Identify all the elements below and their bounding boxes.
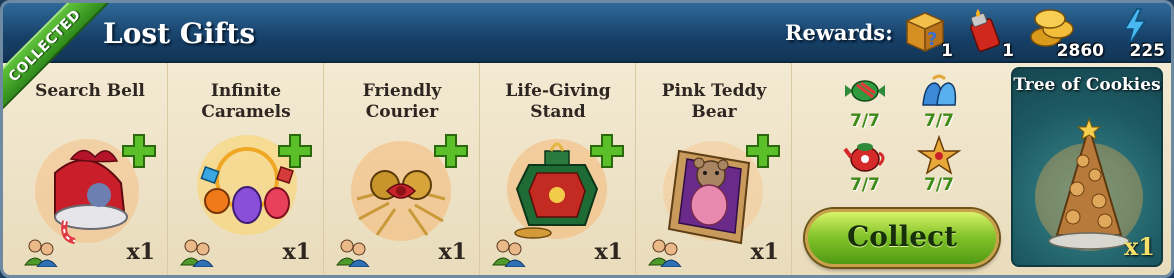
item-card-friendly-courier[interactable]: Friendly Courier x1 [325,63,480,275]
plus-icon[interactable] [745,133,781,169]
reward-count: 2860 [1056,41,1104,61]
item-card-life-giving-stand[interactable]: Life-Giving Stand x1 [481,63,636,275]
plus-icon[interactable] [277,133,313,169]
item-name: Friendly Courier [362,81,442,122]
plus-icon[interactable] [433,133,469,169]
component-candy: 7/7 [835,71,895,131]
plus-icon[interactable] [589,133,625,169]
rewards-label: Rewards: [785,20,893,45]
reward-count: 1 [1002,41,1014,61]
item-name: Infinite Caramels [201,81,291,122]
item-card-infinite-caramels[interactable]: Infinite Caramels x1 [169,63,324,275]
final-reward-box: Tree of Cookies x1 [1011,67,1163,267]
candy-icon [845,80,885,102]
item-multiplier: x1 [594,239,623,265]
friends-icon[interactable] [647,237,683,267]
component-count: 7/7 [850,175,880,195]
reward-count: 1 [941,41,953,61]
component-count: 7/7 [850,111,880,131]
svg-text:?: ? [927,29,937,50]
item-name: Search Bell [35,81,145,101]
item-multiplier: x1 [438,239,467,265]
collect-button[interactable]: Collect [805,209,999,267]
content-area: Search Bell x1 Infinite Caramels x1 Frie… [3,63,1171,275]
friends-icon[interactable] [179,237,215,267]
reward-lighter: 1 [968,7,1014,61]
component-star-ornament: 7/7 [909,135,969,195]
reward-energy: 225 [1119,7,1165,61]
bells-icon [922,74,957,106]
reward-count: 225 [1129,41,1166,61]
component-count: 7/7 [924,175,954,195]
friends-icon[interactable] [23,237,59,267]
item-card-search-bell[interactable]: Search Bell x1 [13,63,168,275]
item-card-pink-teddy-bear[interactable]: Pink Teddy Bear x1 [637,63,792,275]
reward-mystery-box: ? 1 [903,7,953,61]
reward-coins: 2860 [1028,7,1104,61]
teapot-icon [843,143,885,172]
plus-icon[interactable] [121,133,157,169]
panel-title: Lost Gifts [103,17,256,50]
component-teapot: 7/7 [835,135,895,195]
item-multiplier: x1 [750,239,779,265]
item-name: Pink Teddy Bear [661,81,767,122]
final-reward-multiplier: x1 [1123,232,1155,261]
final-reward-name: Tree of Cookies [1013,75,1161,95]
star-ornament-icon [917,135,961,175]
header-bar: Lost Gifts Rewards: ? 1 1 2860 225 [3,3,1171,63]
component-count: 7/7 [924,111,954,131]
item-multiplier: x1 [126,239,155,265]
item-name: Life-Giving Stand [505,81,611,122]
friends-icon[interactable] [491,237,527,267]
lost-gifts-panel: Lost Gifts Rewards: ? 1 1 2860 225 COLLE… [0,0,1174,278]
component-bells: 7/7 [909,71,969,131]
friends-icon[interactable] [335,237,371,267]
item-multiplier: x1 [282,239,311,265]
